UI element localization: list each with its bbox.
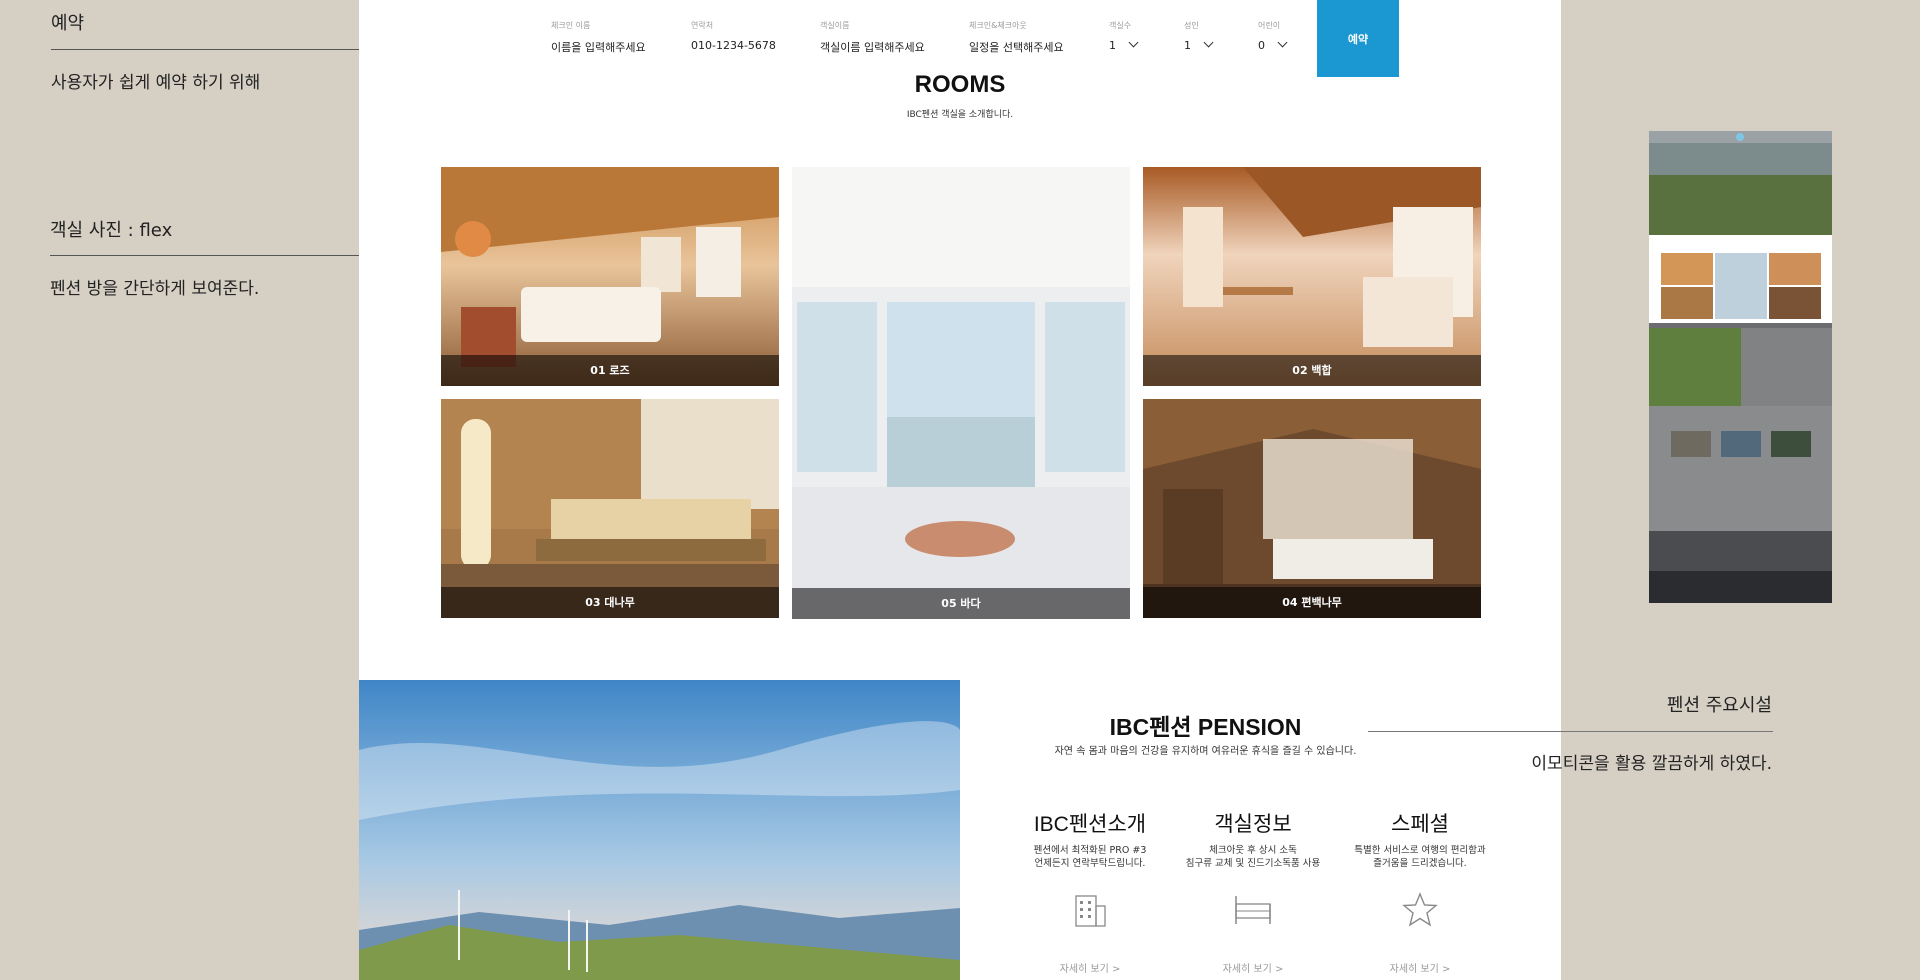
room-caption: 04 편백나무 [1143,587,1481,618]
booking-name-input[interactable]: 이름을 입력해주세요 [551,39,646,55]
facility-rooms-desc: 체크아웃 후 상시 소독 침구류 교체 및 진드기소독품 사용 [1185,845,1321,869]
booking-adults-value[interactable]: 1 [1184,37,1214,52]
booking-dates-input[interactable]: 일정을 선택해주세요 [969,39,1064,55]
facility-special: 스페셜 특별한 서비스로 여행의 편리함과 즐거움을 드리겠습니다. 자세히 보… [1330,808,1510,975]
facility-special-desc: 특별한 서비스로 여행의 편리함과 즐거움을 드리겠습니다. [1354,845,1486,869]
room-photo-sea [792,167,1130,619]
room-photo-bamboo [441,399,779,618]
room-photo-rose [441,167,779,386]
bed-icon [1235,896,1271,924]
pension-subtitle: 자연 속 몸과 마음의 건강을 유지하며 여유러운 휴식을 즐길 수 있습니다. [1054,746,1357,757]
note-rooms-desc: 펜션 방을 간단하게 보여준다. [50,279,260,299]
facility-rooms-title: 객실정보 [1214,813,1292,836]
room-card-rose[interactable]: 01 로즈 [441,167,779,386]
note-facility-title: 펜션 주요시설 [1666,695,1772,716]
booking-adults-label: 성인 [1184,21,1199,30]
rooms-subtitle: IBC펜션 객실을 소개합니다. [906,110,1014,120]
note-booking-title: 예약 [51,13,85,34]
booking-children-value[interactable]: 0 [1258,37,1288,52]
website-mockup: 체크인 이름 이름을 입력해주세요 연락처 010-1234-5678 객실이름… [359,0,1561,980]
room-caption: 03 대나무 [441,587,779,618]
note-booking-desc: 사용자가 쉽게 예약 하기 위해 [51,73,261,93]
chevron-down-icon[interactable] [1203,37,1214,48]
room-caption: 02 백합 [1143,355,1481,386]
full-page-thumbnail [1649,131,1832,603]
booking-children-label: 어린이 [1258,21,1281,30]
chevron-down-icon[interactable] [1277,37,1288,48]
booking-phone-label: 연락처 [691,21,714,30]
booking-dates-label: 체크인&체크아웃 [969,21,1027,30]
rooms-title: ROOMS [914,71,1006,98]
room-caption: 01 로즈 [441,355,779,386]
facility-intro-desc: 펜션에서 최적화된 PRO #3 언제든지 연락부탁드립니다. [1033,845,1147,869]
booking-name-label: 체크인 이름 [551,21,591,30]
booking-rooms-value[interactable]: 1 [1109,37,1139,52]
landscape-photo [359,680,960,980]
booking-children-count: 0 [1258,39,1265,52]
rooms-grid: 01 로즈 05 바다 02 백합 03 대나무 04 편백나무 [441,167,1481,619]
room-card-cypress[interactable]: 04 편백나무 [1143,399,1481,618]
room-photo-cypress [1143,399,1481,618]
note-facility-line [1368,731,1773,732]
room-photo-lily [1143,167,1481,386]
room-card-lily[interactable]: 02 백합 [1143,167,1481,386]
star-icon [1402,892,1438,927]
facility-intro: IBC펜션소개 펜션에서 최적화된 PRO #3 언제든지 연락부탁드립니다. … [1000,808,1180,975]
note-facility-desc: 이모티콘을 활용 깔끔하게 하였다. [1531,754,1772,774]
facility-special-title: 스페셜 [1391,813,1449,836]
facility-intro-more-link[interactable]: 자세히 보기 > [1000,960,1180,975]
note-rooms-title: 객실 사진 : flex [50,220,173,241]
booking-phone-input[interactable]: 010-1234-5678 [691,39,776,52]
reserve-button[interactable]: 예약 [1317,0,1399,77]
room-card-bamboo[interactable]: 03 대나무 [441,399,779,618]
facility-intro-title: IBC펜션소개 [1033,813,1147,836]
facility-rooms: 객실정보 체크아웃 후 상시 소독 침구류 교체 및 진드기소독품 사용 자세히… [1163,808,1343,975]
facility-special-more-link[interactable]: 자세히 보기 > [1330,960,1510,975]
facility-rooms-more-link[interactable]: 자세히 보기 > [1163,960,1343,975]
room-card-sea[interactable]: 05 바다 [792,167,1130,619]
room-caption: 05 바다 [792,588,1130,619]
booking-rooms-label: 객실수 [1109,21,1132,30]
booking-room-label: 객실이름 [820,21,850,30]
booking-rooms-count: 1 [1109,39,1116,52]
chevron-down-icon[interactable] [1128,37,1139,48]
booking-room-input[interactable]: 객실이름 입력해주세요 [820,39,925,55]
pension-title: IBC펜션 PENSION [1109,714,1302,740]
booking-adults-count: 1 [1184,39,1191,52]
building-icon [1075,895,1106,927]
